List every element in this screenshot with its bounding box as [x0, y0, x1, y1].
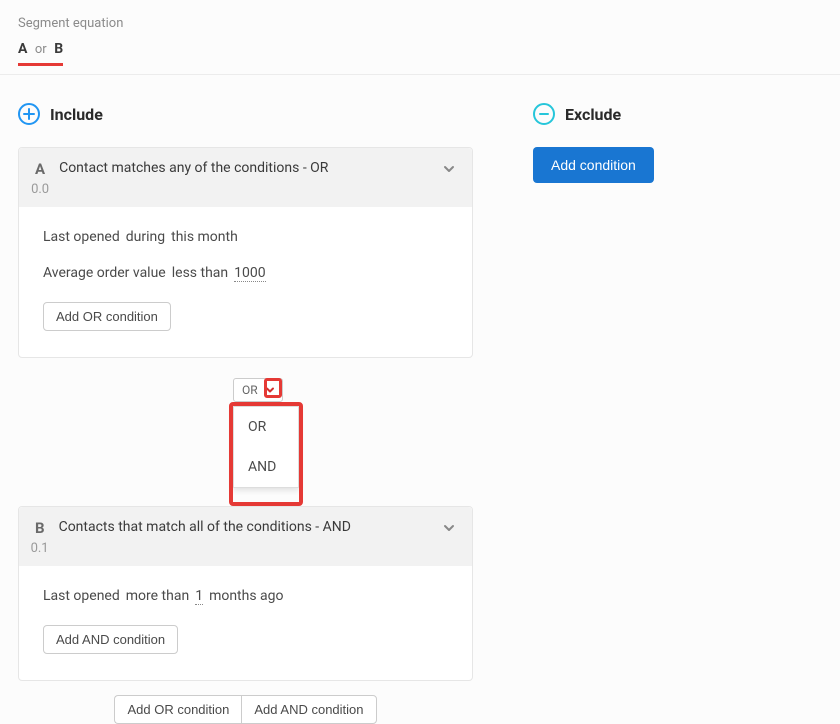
group-letter: A	[35, 160, 45, 178]
add-and-condition-button[interactable]: Add AND condition	[43, 625, 178, 654]
group-header-a[interactable]: A Contact matches any of the conditions …	[19, 148, 472, 207]
chevron-down-icon[interactable]	[442, 160, 456, 180]
add-or-condition-button[interactable]: Add OR condition	[114, 695, 241, 724]
equation-part-a: A	[18, 41, 27, 57]
include-title: Include	[50, 105, 103, 124]
cond-field[interactable]: Last opened	[43, 229, 120, 245]
cond-op[interactable]: during	[126, 229, 165, 245]
equation-part-b: B	[54, 41, 63, 57]
segment-equation-row: A or B	[18, 41, 63, 66]
group-sub: 0.1	[31, 541, 428, 556]
group-title: Contacts that match all of the condition…	[59, 519, 428, 535]
cond-value[interactable]: 1000	[234, 265, 265, 282]
joiner-option-and[interactable]: AND	[234, 447, 298, 487]
segment-equation-label: Segment equation	[18, 16, 822, 31]
cond-suffix: months ago	[209, 588, 283, 604]
add-exclude-condition-button[interactable]: Add condition	[533, 147, 654, 183]
group-card-a: A Contact matches any of the conditions …	[18, 147, 473, 358]
joiner-current: OR	[242, 383, 258, 397]
group-header-b[interactable]: B Contacts that match all of the conditi…	[19, 507, 472, 566]
include-add-icon[interactable]	[18, 103, 40, 125]
condition-row: Average order value less than 1000	[43, 265, 448, 282]
group-letter: B	[35, 519, 45, 537]
equation-or: or	[35, 42, 47, 57]
cond-op[interactable]: more than	[126, 588, 189, 604]
joiner-chip[interactable]: OR	[233, 378, 283, 402]
group-card-b: B Contacts that match all of the conditi…	[18, 506, 473, 681]
joiner-dropdown: OR AND	[233, 406, 299, 488]
chevron-down-icon	[262, 382, 278, 398]
group-title: Contact matches any of the conditions - …	[59, 160, 428, 176]
joiner-option-or[interactable]: OR	[234, 407, 298, 447]
condition-row: Last opened during this month	[43, 229, 448, 245]
cond-field[interactable]: Last opened	[43, 588, 120, 604]
cond-field[interactable]: Average order value	[43, 265, 166, 281]
condition-row: Last opened more than 1 months ago	[43, 588, 448, 605]
group-sub: 0.0	[31, 182, 428, 197]
add-or-condition-button[interactable]: Add OR condition	[43, 302, 171, 331]
exclude-title: Exclude	[565, 105, 621, 124]
exclude-remove-icon[interactable]	[533, 103, 555, 125]
cond-value[interactable]: 1	[195, 588, 203, 605]
cond-value[interactable]: this month	[171, 229, 238, 245]
bottom-button-group: Add OR condition Add AND condition	[114, 695, 376, 724]
add-and-condition-button[interactable]: Add AND condition	[241, 695, 376, 724]
cond-op[interactable]: less than	[172, 265, 228, 281]
chevron-down-icon[interactable]	[442, 519, 456, 539]
